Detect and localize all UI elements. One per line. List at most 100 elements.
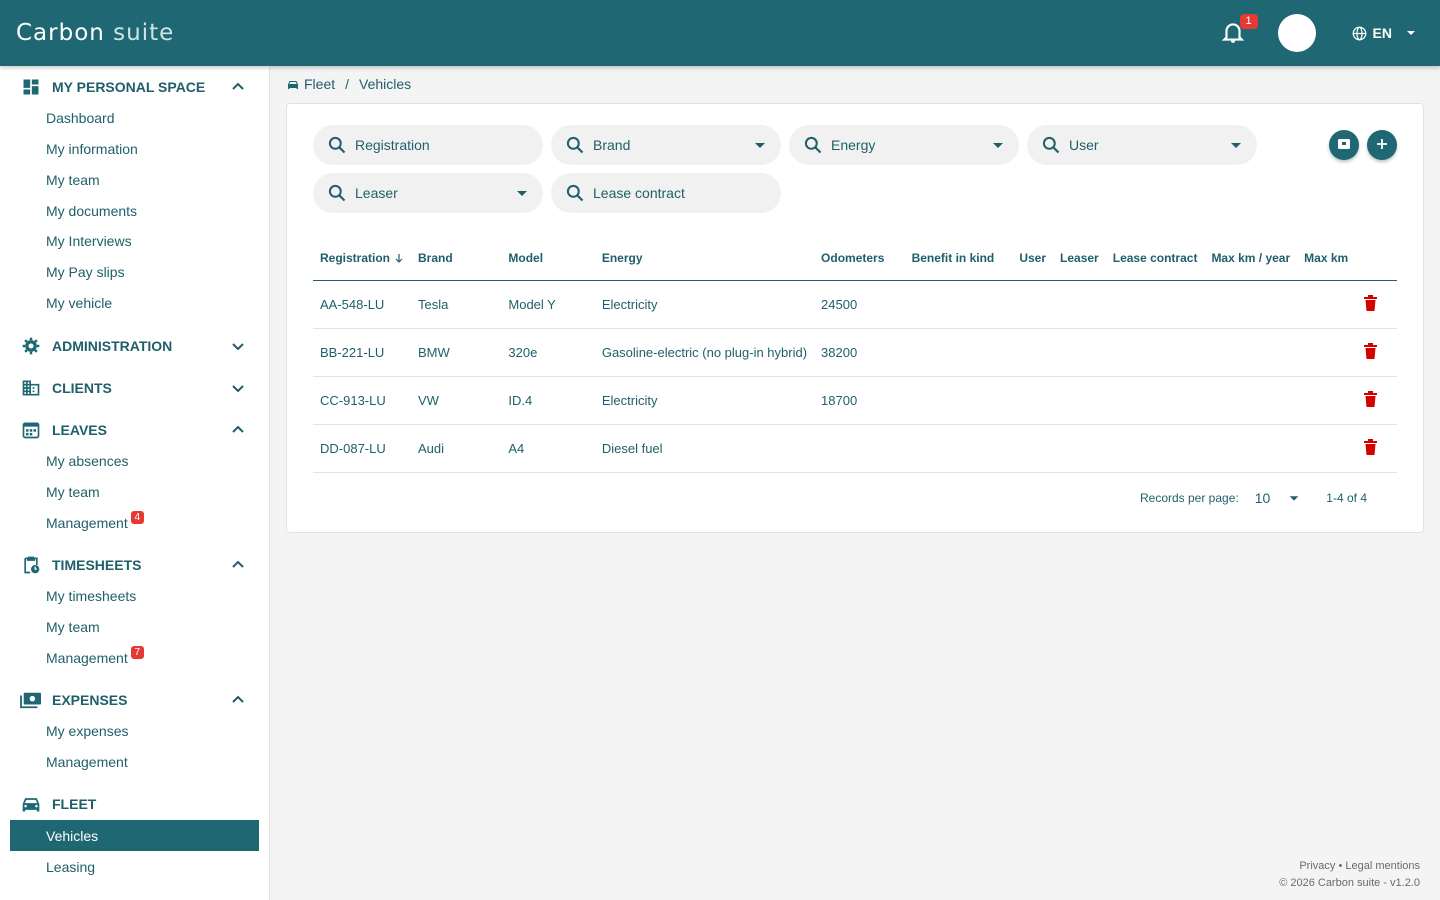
- cell-brand: VW: [411, 376, 502, 425]
- cell-lease-contract: [1105, 280, 1205, 329]
- sidebar-item-leaves-management[interactable]: Management 4: [10, 507, 259, 538]
- column-header-leaser[interactable]: Leaser: [1053, 237, 1106, 281]
- sidebar-section-timesheets[interactable]: TIMESHEETS: [20, 550, 250, 580]
- cell-energy: Diesel fuel: [594, 424, 815, 473]
- cell-max-km: [1297, 424, 1357, 473]
- car-icon: [287, 79, 299, 90]
- trash-icon: [1364, 438, 1377, 458]
- legal-mentions-link[interactable]: Legal mentions: [1345, 860, 1420, 872]
- cell-user: [1012, 280, 1054, 329]
- cell-model: ID.4: [501, 376, 595, 425]
- header-actions: 1 EN: [1218, 0, 1416, 66]
- cell-user: [1012, 328, 1054, 377]
- records-per-page-label: Records per page:: [1139, 491, 1239, 505]
- count-badge: 7: [130, 646, 144, 659]
- cell-benefit-in-kind: [904, 376, 1013, 425]
- logo-suite: suite: [113, 20, 175, 46]
- lease-contract-filter[interactable]: Lease contract: [551, 173, 781, 213]
- app-logo[interactable]: Carbon suite: [16, 20, 174, 46]
- plus-icon: [1375, 137, 1389, 154]
- energy-filter[interactable]: Energy: [789, 125, 1019, 165]
- cell-leaser: [1053, 280, 1106, 329]
- sidebar-section-expenses[interactable]: EXPENSES: [20, 685, 250, 715]
- add-vehicle-button[interactable]: [1367, 130, 1397, 160]
- sidebar-item-expenses-management[interactable]: Management: [10, 746, 259, 777]
- calendar-icon: [20, 419, 42, 441]
- delete-button[interactable]: [1357, 280, 1397, 329]
- table-row[interactable]: BB-221-LU BMW 320e Gasoline-electric (no…: [313, 328, 1397, 377]
- sidebar-item-my-information[interactable]: My information: [10, 133, 259, 164]
- column-header-max-km-year[interactable]: Max km / year: [1204, 237, 1298, 281]
- breadcrumb-fleet[interactable]: Fleet: [304, 76, 335, 92]
- sidebar-item-my-vehicle[interactable]: My vehicle: [10, 287, 259, 318]
- sidebar-item-timesheets-my-team[interactable]: My team: [10, 611, 259, 642]
- cell-brand: Tesla: [411, 280, 502, 329]
- archive-button[interactable]: [1329, 130, 1359, 160]
- sidebar-section-leaves[interactable]: LEAVES: [20, 415, 250, 445]
- sidebar-item-my-absences[interactable]: My absences: [10, 445, 259, 476]
- sidebar-item-my-pay-slips[interactable]: My Pay slips: [10, 256, 259, 287]
- sidebar-section-title: LEAVES: [52, 422, 107, 438]
- language-label: EN: [1372, 25, 1392, 41]
- language-selector[interactable]: EN: [1352, 25, 1416, 41]
- records-per-page-select[interactable]: 10: [1255, 490, 1301, 506]
- delete-button[interactable]: [1357, 424, 1397, 473]
- leaser-filter[interactable]: Leaser: [313, 173, 543, 213]
- cell-odometers: [814, 424, 905, 473]
- sidebar-item-my-documents[interactable]: My documents: [10, 195, 259, 226]
- sidebar-section-personal[interactable]: MY PERSONAL SPACE: [20, 72, 250, 102]
- car-icon: [20, 793, 42, 815]
- user-filter[interactable]: User: [1027, 125, 1257, 165]
- table-row[interactable]: DD-087-LU Audi A4 Diesel fuel: [313, 424, 1397, 473]
- cell-max-km: [1297, 328, 1357, 377]
- sidebar-section-administration[interactable]: ADMINISTRATION: [20, 331, 250, 361]
- filter-label: Registration: [355, 137, 430, 153]
- cell-max-km-year: [1204, 376, 1298, 425]
- registration-filter[interactable]: Registration: [313, 125, 543, 165]
- sidebar-section-title: TIMESHEETS: [52, 557, 142, 573]
- cell-model: Model Y: [501, 280, 595, 329]
- column-header-benefit-in-kind[interactable]: Benefit in kind: [904, 237, 1013, 281]
- footer-separator: •: [1338, 860, 1343, 872]
- column-header-lease-contract[interactable]: Lease contract: [1105, 237, 1205, 281]
- sidebar-item-label: Management: [46, 649, 128, 666]
- cell-registration: BB-221-LU: [313, 328, 412, 377]
- column-header-energy[interactable]: Energy: [594, 237, 815, 281]
- sidebar-item-my-timesheets[interactable]: My timesheets: [10, 580, 259, 611]
- column-header-registration[interactable]: Registration: [313, 237, 412, 281]
- dashboard-icon: [20, 76, 42, 98]
- notifications-button[interactable]: 1: [1218, 14, 1258, 48]
- column-header-model[interactable]: Model: [501, 237, 595, 281]
- sidebar-item-my-team[interactable]: My team: [10, 164, 259, 195]
- column-header-odometers[interactable]: Odometers: [814, 237, 905, 281]
- table-row[interactable]: AA-548-LU Tesla Model Y Electricity 2450…: [313, 280, 1397, 329]
- sidebar-section-fleet[interactable]: FLEET: [20, 789, 250, 819]
- cell-max-km-year: [1204, 280, 1298, 329]
- brand-filter[interactable]: Brand: [551, 125, 781, 165]
- cell-registration: DD-087-LU: [313, 424, 412, 473]
- notification-badge: 1: [1239, 14, 1258, 29]
- column-header-user[interactable]: User: [1012, 237, 1054, 281]
- sidebar-section-clients[interactable]: CLIENTS: [20, 373, 250, 403]
- copyright: © 2026 Carbon suite - v1.2.0: [1279, 877, 1420, 889]
- column-header-brand[interactable]: Brand: [411, 237, 502, 281]
- cell-energy: Electricity: [594, 280, 815, 329]
- sidebar-item-my-interviews[interactable]: My Interviews: [10, 225, 259, 256]
- sidebar-item-leasing[interactable]: Leasing: [10, 851, 259, 882]
- sidebar-item-leaves-my-team[interactable]: My team: [10, 476, 259, 507]
- delete-button[interactable]: [1357, 328, 1397, 377]
- sidebar-item-vehicles[interactable]: Vehicles: [10, 820, 259, 851]
- delete-button[interactable]: [1357, 376, 1397, 425]
- sidebar-item-dashboard[interactable]: Dashboard: [10, 102, 259, 133]
- sidebar-item-my-expenses[interactable]: My expenses: [10, 715, 259, 746]
- cell-max-km-year: [1204, 328, 1298, 377]
- privacy-link[interactable]: Privacy: [1299, 860, 1335, 872]
- user-avatar[interactable]: [1277, 14, 1316, 52]
- table-row[interactable]: CC-913-LU VW ID.4 Electricity 18700: [313, 376, 1397, 425]
- sidebar-item-timesheets-management[interactable]: Management 7: [10, 642, 259, 673]
- cell-brand: BMW: [411, 328, 502, 377]
- page-range: 1-4 of 4: [1326, 491, 1367, 505]
- column-header-max-km[interactable]: Max km: [1297, 237, 1357, 281]
- chevron-up-icon: [230, 692, 246, 708]
- filter-label: Energy: [831, 137, 876, 153]
